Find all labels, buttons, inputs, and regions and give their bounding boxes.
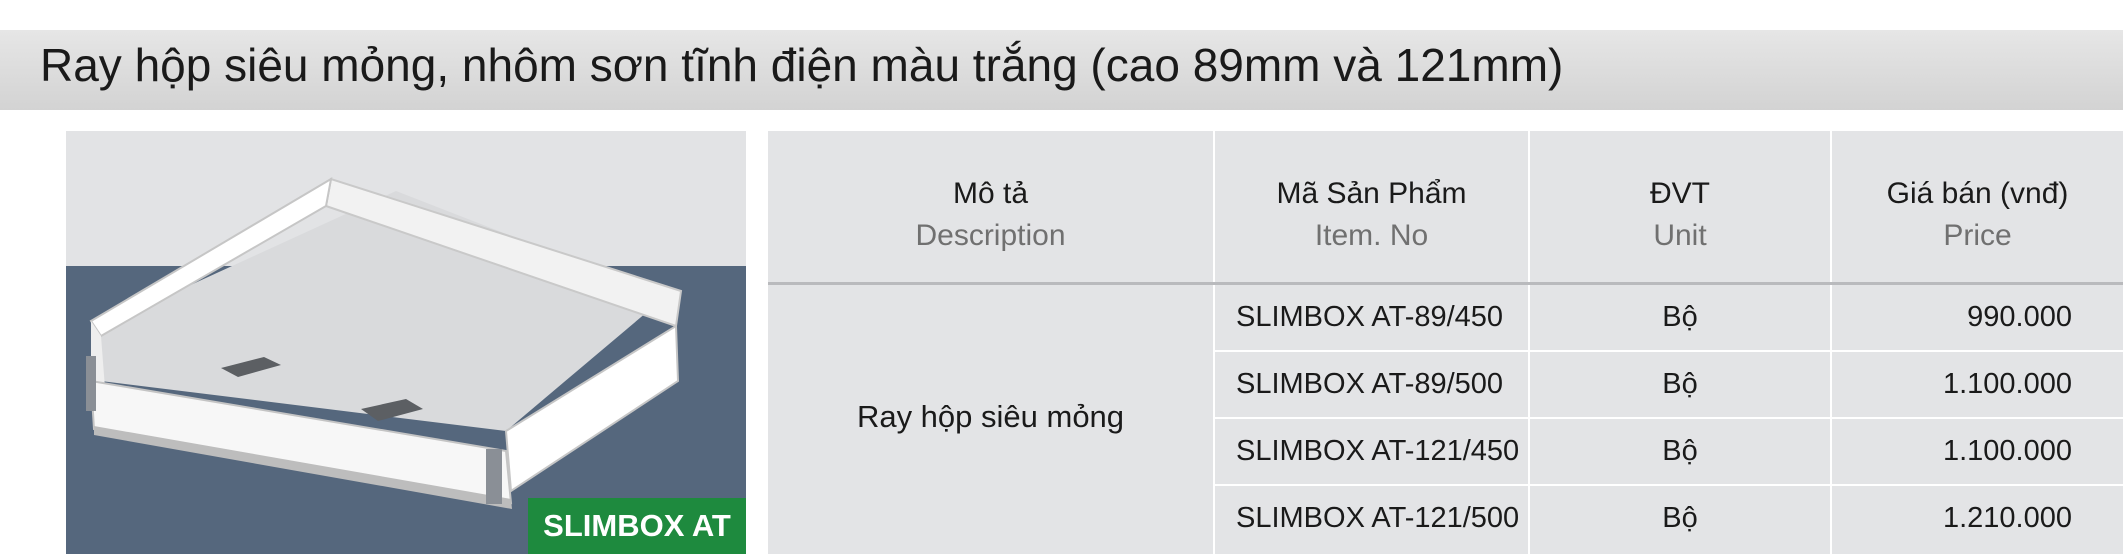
unit-cell: Bộ [1662,368,1698,400]
unit-cell: Bộ [1662,435,1698,467]
header-item-no: Mã Sản Phẩm Item. No [1215,173,1528,257]
title-bar: Ray hộp siêu mỏng, nhôm sơn tĩnh điện mà… [0,30,2123,110]
item-no-cell: SLIMBOX AT-121/500 [1236,502,1520,534]
row-separator [1215,484,2123,486]
price-cell: 990.000 [1967,301,2072,333]
header-price-vi: Giá bán (vnđ) [1886,177,2069,210]
header-unit-vi: ĐVT [1650,177,1710,210]
header-description-en: Description [915,219,1066,252]
price-cell: 1.210.000 [1942,502,2072,534]
page-title: Ray hộp siêu mỏng, nhôm sơn tĩnh điện mà… [40,39,1564,91]
item-no-cell: SLIMBOX AT-89/500 [1236,368,1504,400]
row-separator [1215,350,2123,352]
item-no-cell: SLIMBOX AT-121/450 [1236,435,1520,467]
header-item-no-en: Item. No [1314,219,1429,252]
header-unit-en: Unit [1653,219,1707,252]
unit-cell: Bộ [1662,301,1698,333]
header-unit: ĐVT Unit [1530,173,1830,257]
price-table: Mô tả Description Mã Sản Phẩm Item. No Đ… [768,131,2123,554]
header-price: Giá bán (vnđ) Price [1832,173,2123,257]
drawer-illustration [66,177,746,554]
header-item-no-vi: Mã Sản Phẩm [1276,177,1467,210]
unit-cell: Bộ [1662,502,1698,534]
product-label: SLIMBOX AT [528,498,746,554]
item-no-cell: SLIMBOX AT-89/450 [1236,301,1504,333]
description-cell: Ray hộp siêu mỏng [856,399,1125,434]
price-cell: 1.100.000 [1942,435,2072,467]
product-image: SLIMBOX AT [66,131,746,554]
price-cell: 1.100.000 [1942,368,2072,400]
header-separator [768,282,2123,285]
header-description-vi: Mô tả [952,177,1029,210]
row-separator [1215,417,2123,419]
header-price-en: Price [1943,219,2012,252]
header-description: Mô tả Description [768,173,1213,257]
